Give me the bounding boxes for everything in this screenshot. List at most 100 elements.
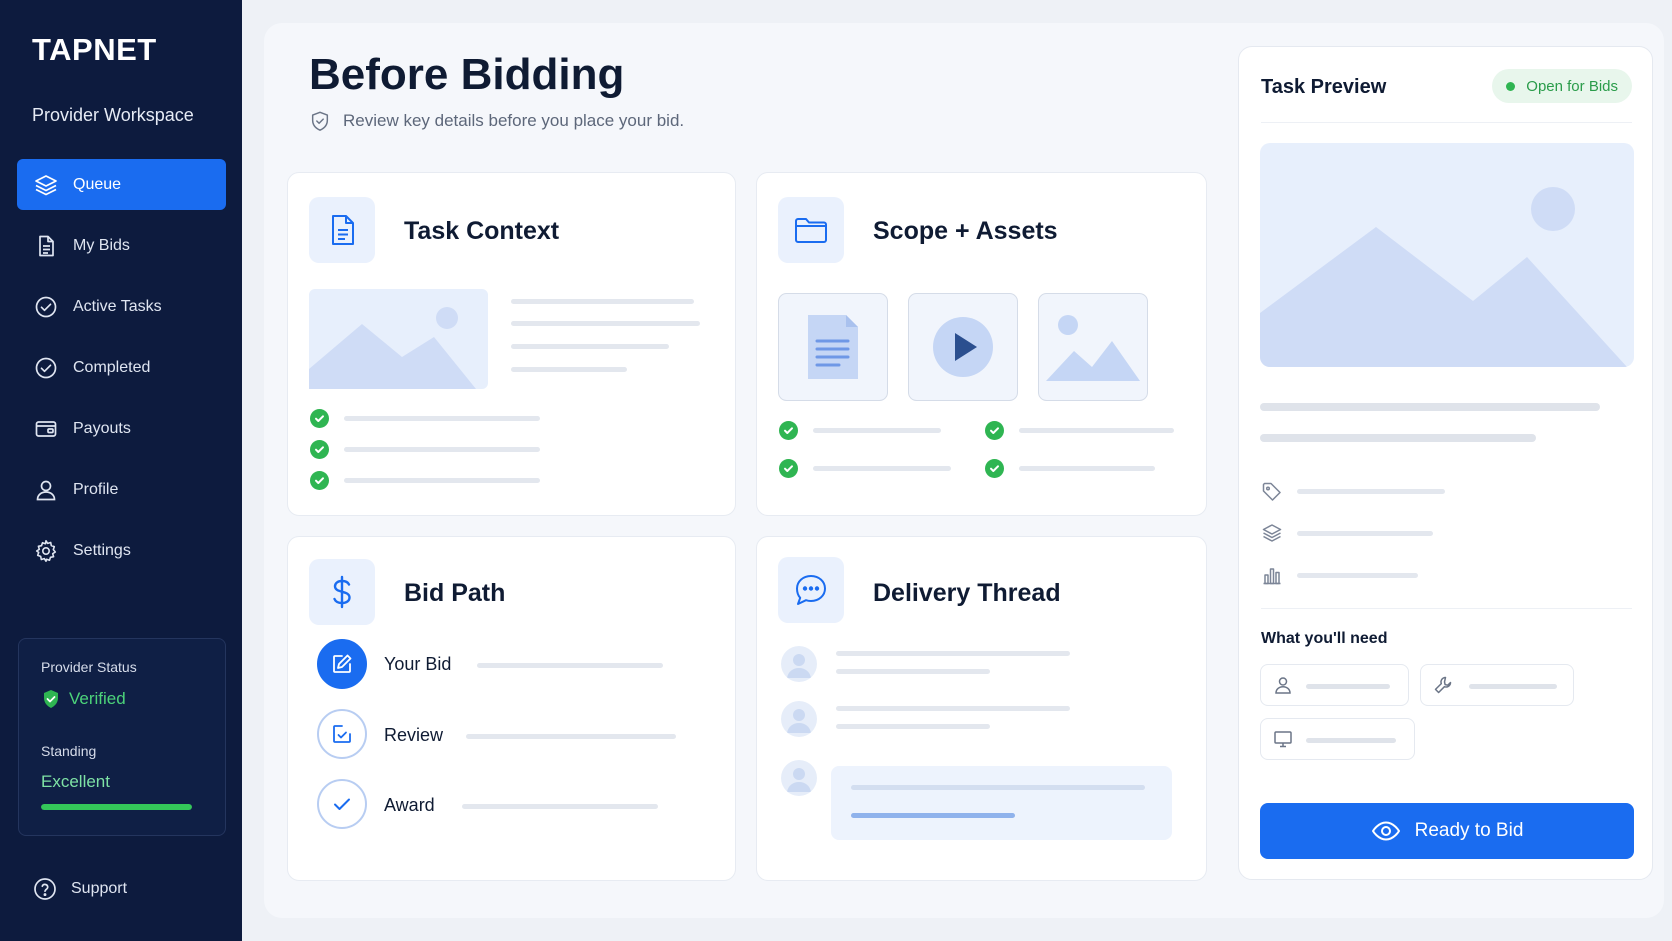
user-icon bbox=[1275, 677, 1291, 694]
status-dot bbox=[1506, 81, 1516, 91]
step-your-bid[interactable] bbox=[317, 639, 367, 689]
task-context-card[interactable]: Task Context bbox=[287, 172, 736, 516]
chat-bubble-icon bbox=[778, 557, 844, 623]
page-subtitle: Review key details before you place your… bbox=[309, 110, 684, 132]
text-line bbox=[1260, 434, 1536, 442]
sidebar-item-profile[interactable]: Profile bbox=[17, 464, 226, 515]
status-badge: Open for Bids bbox=[1492, 69, 1632, 103]
standing-value: Excellent bbox=[41, 772, 110, 791]
text-line bbox=[511, 367, 627, 372]
provider-status-card: Provider Status Verified Standing Excell… bbox=[18, 638, 226, 836]
shield-check-icon bbox=[311, 111, 329, 131]
step-label: Your Bid bbox=[384, 654, 452, 674]
text-line bbox=[813, 466, 951, 471]
page-title: Before Bidding bbox=[309, 50, 625, 99]
text-line bbox=[1297, 489, 1445, 494]
image-asset-thumbnail[interactable] bbox=[1038, 293, 1148, 401]
folder-icon bbox=[778, 197, 844, 263]
image-placeholder-icon bbox=[1260, 187, 1627, 367]
text-line bbox=[344, 416, 540, 421]
workspace-label: Provider Workspace bbox=[32, 105, 194, 125]
user-icon bbox=[33, 477, 59, 503]
check-circle-icon bbox=[33, 294, 59, 320]
document-icon bbox=[309, 197, 375, 263]
sidebar-item-label: Settings bbox=[73, 541, 131, 559]
step-review[interactable] bbox=[317, 709, 367, 759]
document-asset-thumbnail[interactable] bbox=[778, 293, 888, 401]
sidebar-item-label: Active Tasks bbox=[73, 297, 162, 315]
bid-path-card[interactable]: Bid Path Your Bid Review Award bbox=[287, 536, 736, 881]
sidebar-item-label: Profile bbox=[73, 480, 119, 498]
card-title: Task Context bbox=[404, 217, 560, 245]
sidebar-item-my-bids[interactable]: My Bids bbox=[17, 220, 226, 271]
standing-label: Standing bbox=[41, 743, 97, 759]
support-link[interactable]: Support bbox=[33, 877, 127, 901]
standing-progress-bar bbox=[41, 804, 192, 810]
text-line bbox=[344, 478, 540, 483]
text-line bbox=[1469, 684, 1557, 689]
scope-assets-card[interactable]: Scope + Assets bbox=[756, 172, 1207, 516]
text-line bbox=[836, 651, 1070, 656]
card-title: Scope + Assets bbox=[873, 217, 1058, 245]
verified-label: Verified bbox=[69, 689, 126, 708]
sidebar-item-payouts[interactable]: Payouts bbox=[17, 403, 226, 454]
ready-to-bid-label: Ready to Bid bbox=[1414, 820, 1524, 841]
help-circle-icon bbox=[34, 878, 56, 900]
sidebar-item-settings[interactable]: Settings bbox=[17, 525, 226, 576]
text-line bbox=[477, 663, 663, 668]
verified-status: Verified bbox=[41, 689, 126, 709]
check-circle-icon bbox=[33, 355, 59, 381]
dollar-icon bbox=[309, 559, 375, 625]
task-preview-panel: Task Preview Open for Bids What you'll n… bbox=[1238, 46, 1653, 880]
eye-icon bbox=[1371, 821, 1400, 841]
text-line bbox=[1019, 428, 1174, 433]
video-asset-thumbnail[interactable] bbox=[908, 293, 1018, 401]
text-line bbox=[813, 428, 941, 433]
image-placeholder-icon bbox=[309, 289, 488, 389]
text-line bbox=[344, 447, 540, 452]
wrench-icon bbox=[1434, 676, 1452, 694]
text-line bbox=[511, 321, 700, 326]
preview-title: Task Preview bbox=[1261, 76, 1387, 98]
divider bbox=[1261, 608, 1632, 609]
requirement-chip-device bbox=[1260, 718, 1415, 760]
sidebar-item-queue[interactable]: Queue bbox=[17, 159, 226, 210]
sidebar: TAPNET Provider Workspace Queue My Bids … bbox=[0, 0, 242, 941]
tag-icon bbox=[1261, 481, 1283, 503]
sidebar-item-label: Payouts bbox=[73, 419, 131, 437]
gear-icon bbox=[33, 538, 59, 564]
sidebar-item-active-tasks[interactable]: Active Tasks bbox=[17, 281, 226, 332]
sidebar-item-label: My Bids bbox=[73, 236, 130, 254]
text-line bbox=[466, 734, 676, 739]
sidebar-item-label: Completed bbox=[73, 358, 151, 376]
subtitle-text: Review key details before you place your… bbox=[343, 111, 685, 130]
text-line bbox=[851, 785, 1145, 790]
requirement-chip-person bbox=[1260, 664, 1409, 706]
layers-icon bbox=[33, 172, 59, 198]
sidebar-item-completed[interactable]: Completed bbox=[17, 342, 226, 393]
text-line bbox=[836, 706, 1070, 711]
wallet-icon bbox=[33, 416, 59, 442]
sidebar-item-label: Queue bbox=[73, 175, 122, 193]
divider bbox=[1261, 122, 1632, 123]
text-line bbox=[462, 804, 658, 809]
step-award[interactable] bbox=[317, 779, 367, 829]
text-line bbox=[1306, 684, 1390, 689]
text-line bbox=[1260, 403, 1600, 411]
text-line bbox=[836, 669, 990, 674]
text-line bbox=[1306, 738, 1396, 743]
requirements-title: What you'll need bbox=[1261, 630, 1388, 647]
check-icon bbox=[779, 459, 798, 478]
check-icon bbox=[779, 421, 798, 440]
avatar bbox=[781, 646, 817, 682]
ready-to-bid-button[interactable]: Ready to Bid bbox=[1260, 803, 1634, 859]
provider-status-label: Provider Status bbox=[41, 659, 137, 675]
delivery-thread-card[interactable]: Delivery Thread bbox=[756, 536, 1207, 881]
card-title: Bid Path bbox=[404, 579, 506, 607]
check-icon bbox=[310, 409, 329, 428]
monitor-icon bbox=[1274, 731, 1292, 748]
requirement-chip-tools bbox=[1420, 664, 1574, 706]
step-label: Review bbox=[384, 725, 444, 745]
sidebar-nav: Queue My Bids Active Tasks Completed Pay… bbox=[17, 159, 226, 586]
avatar bbox=[781, 760, 817, 796]
